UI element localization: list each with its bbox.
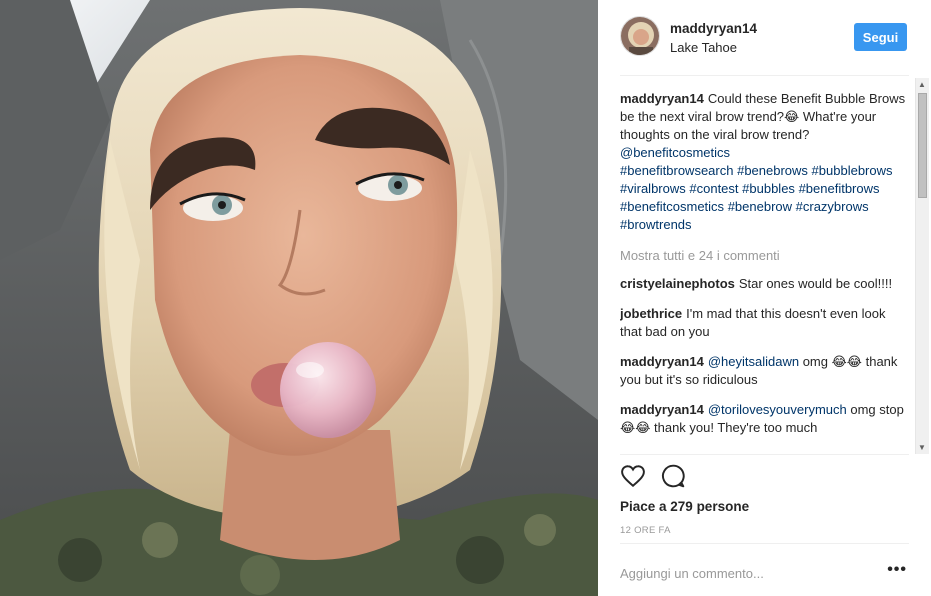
avatar-image bbox=[621, 17, 659, 55]
caption: maddyryan14 Could these Benefit Bubble Br… bbox=[620, 90, 913, 234]
comment-username[interactable]: cristyelainephotos bbox=[620, 276, 735, 291]
scroll-down-arrow-icon[interactable]: ▼ bbox=[918, 443, 926, 452]
post-container: maddyryan14 Lake Tahoe Segui maddyryan14… bbox=[0, 0, 931, 596]
post-actions bbox=[620, 454, 909, 488]
post-timestamp[interactable]: 12 ORE FA bbox=[620, 525, 671, 536]
hashtag[interactable]: #benebrow bbox=[728, 199, 792, 214]
comment-username[interactable]: maddyryan14 bbox=[620, 354, 704, 369]
comment-text: Star ones would be cool!!!! bbox=[738, 276, 893, 291]
hashtag[interactable]: #benefitbrows bbox=[799, 181, 880, 196]
hashtag[interactable]: #benefitcosmetics bbox=[620, 199, 724, 214]
comment-mention[interactable]: @heyitsalidawn bbox=[708, 354, 799, 369]
likes-count[interactable]: Piace a 279 persone bbox=[620, 499, 749, 514]
comments-list[interactable]: maddyryan14 Could these Benefit Bubble Br… bbox=[620, 78, 913, 454]
heart-icon[interactable] bbox=[620, 463, 646, 489]
post-photo-illustration bbox=[0, 0, 598, 596]
comment-item: maddyryan14 @torilovesyouverymuch omg sto… bbox=[620, 401, 913, 437]
post-side-panel: maddyryan14 Lake Tahoe Segui maddyryan14… bbox=[598, 0, 931, 596]
post-location[interactable]: Lake Tahoe bbox=[670, 40, 737, 55]
comment-bubble-icon[interactable] bbox=[660, 463, 686, 489]
post-photo[interactable] bbox=[0, 0, 598, 596]
post-header: maddyryan14 Lake Tahoe Segui bbox=[620, 14, 909, 76]
comment-item: maddyryan14 @heyitsalidawn omg 😂😂 thank y… bbox=[620, 353, 913, 389]
scrollbar-thumb[interactable] bbox=[918, 93, 927, 198]
post-author-username[interactable]: maddyryan14 bbox=[670, 21, 757, 36]
hashtag[interactable]: #bubblebrows bbox=[812, 163, 893, 178]
comment-item: cristyelainephotos Star ones would be coo… bbox=[620, 275, 913, 293]
comments-scrollbar[interactable]: ▲ ▼ bbox=[915, 78, 929, 454]
hashtag[interactable]: #crazybrows bbox=[796, 199, 869, 214]
hashtag[interactable]: #browtrends bbox=[620, 217, 692, 232]
comment-username[interactable]: jobethrice bbox=[620, 306, 682, 321]
comment-item: jobethrice I'm mad that this doesn't even… bbox=[620, 305, 913, 341]
add-comment-section: ••• bbox=[620, 543, 909, 596]
scroll-up-arrow-icon[interactable]: ▲ bbox=[918, 80, 926, 89]
hashtag[interactable]: #benefitbrowsearch bbox=[620, 163, 733, 178]
avatar[interactable] bbox=[620, 16, 660, 56]
follow-button[interactable]: Segui bbox=[854, 23, 907, 51]
hashtag[interactable]: #contest bbox=[689, 181, 738, 196]
hashtag[interactable]: #bubbles bbox=[742, 181, 795, 196]
hashtag[interactable]: #viralbrows bbox=[620, 181, 686, 196]
caption-mention[interactable]: @benefitcosmetics bbox=[620, 145, 730, 160]
hashtag[interactable]: #benebrows bbox=[737, 163, 808, 178]
caption-username[interactable]: maddyryan14 bbox=[620, 91, 704, 106]
comment-mention[interactable]: @torilovesyouverymuch bbox=[708, 402, 847, 417]
add-comment-input[interactable] bbox=[620, 562, 870, 584]
view-all-comments-link[interactable]: Mostra tutti e 24 i commenti bbox=[620, 248, 913, 263]
comment-username[interactable]: maddyryan14 bbox=[620, 402, 704, 417]
more-options-icon[interactable]: ••• bbox=[887, 562, 907, 578]
